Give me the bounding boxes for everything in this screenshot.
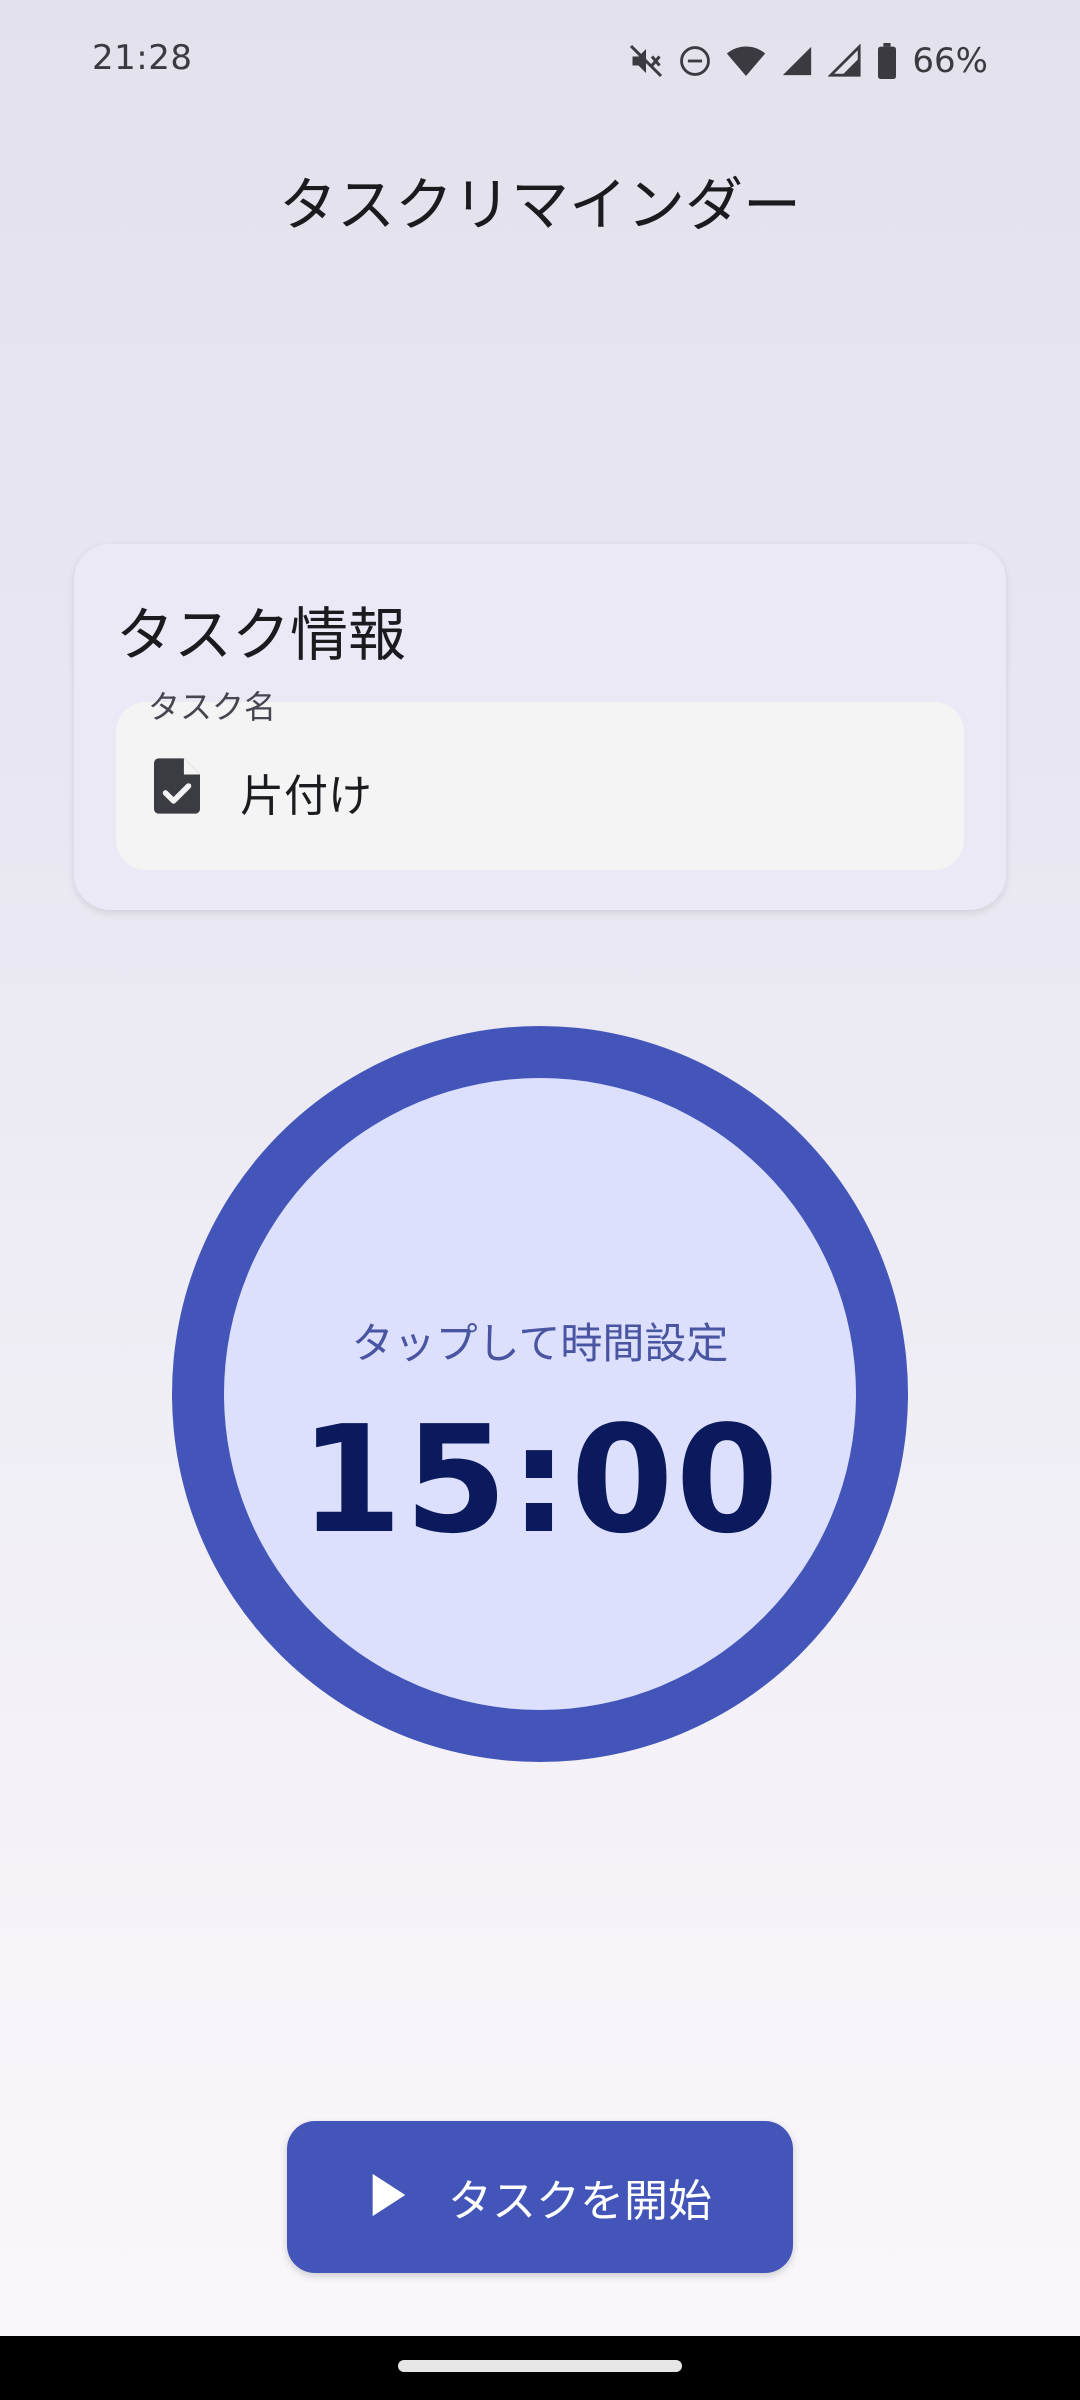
timer-circle[interactable]: タップして時間設定 15:00	[172, 1026, 908, 1762]
status-time: 21:28	[92, 38, 193, 78]
timer-hint: タップして時間設定	[351, 1319, 729, 1368]
mute-icon	[628, 43, 664, 79]
battery-icon	[876, 43, 898, 79]
card-title: タスク情報	[116, 601, 407, 669]
signal-icon	[780, 44, 814, 78]
play-icon	[368, 2172, 408, 2222]
timer-value: 15:00	[299, 1394, 781, 1566]
start-task-label: タスクを開始	[448, 2176, 712, 2227]
battery-percent: 66%	[912, 41, 988, 81]
dnd-icon	[678, 44, 712, 78]
home-indicator[interactable]	[398, 2360, 682, 2372]
timer-inner[interactable]: タップして時間設定 15:00	[224, 1078, 856, 1710]
task-document-icon	[154, 758, 200, 818]
task-name-label: タスク名	[148, 688, 277, 726]
navigation-bar	[0, 2336, 1080, 2400]
app-title: タスクリマインダー	[278, 171, 801, 239]
status-bar: 21:28 66%	[0, 0, 1080, 120]
task-info-card: タスク情報 タスク名 片付け	[74, 544, 1006, 910]
start-task-button[interactable]: タスクを開始	[287, 2121, 793, 2273]
task-name-value: 片付け	[240, 771, 372, 822]
status-icons: 66%	[628, 36, 988, 86]
signal-icon	[828, 44, 862, 78]
wifi-icon	[726, 44, 766, 78]
